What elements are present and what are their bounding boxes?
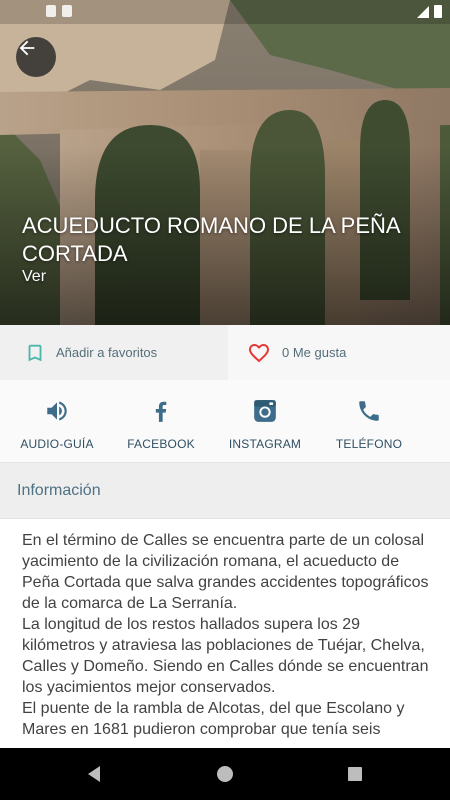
- favorites-label: Añadir a favoritos: [56, 345, 158, 360]
- square-recents-icon: [348, 767, 362, 781]
- triangle-back-icon: [88, 766, 100, 782]
- description-text: En el término de Calles se encuentra par…: [22, 530, 432, 748]
- instagram-label: INSTAGRAM: [228, 437, 302, 451]
- description-paragraph: En el término de Calles se encuentra par…: [22, 532, 429, 612]
- circle-home-icon: [217, 766, 233, 782]
- contact-options: AUDIO-GUÍA FACEBOOK INSTAGRAM TELÉFONO: [0, 380, 450, 462]
- facebook-label: FACEBOOK: [127, 437, 195, 451]
- status-bar: [0, 0, 450, 24]
- system-navigation-bar: [0, 748, 450, 800]
- phone-label: TELÉFONO: [335, 437, 403, 451]
- notification-icon: [46, 5, 56, 17]
- view-link[interactable]: Ver: [22, 268, 46, 286]
- action-bar: Añadir a favoritos 0 Me gusta: [0, 325, 450, 380]
- description-paragraph: El puente de la rambla de Alcotas, del q…: [22, 700, 405, 738]
- audio-guide-label: AUDIO-GUÍA: [20, 437, 94, 451]
- bookmark-icon: [28, 344, 42, 361]
- nav-back-button[interactable]: [82, 762, 106, 786]
- facebook-icon: [155, 401, 167, 422]
- instagram-button[interactable]: INSTAGRAM: [209, 380, 321, 451]
- heart-icon: [249, 343, 269, 362]
- like-button[interactable]: 0 Me gusta: [228, 325, 450, 380]
- nav-home-button[interactable]: [213, 762, 237, 786]
- info-section-header: Información: [0, 462, 450, 519]
- instagram-icon: [254, 400, 276, 422]
- notification-icon: [62, 5, 72, 17]
- facebook-button[interactable]: FACEBOOK: [105, 380, 217, 451]
- signal-icon: [417, 5, 429, 18]
- hero-image: ACUEDUCTO ROMANO DE LA PEÑA CORTADA Ver: [0, 0, 450, 325]
- info-title: Información: [17, 482, 101, 499]
- phone-button[interactable]: TELÉFONO: [313, 380, 425, 451]
- nav-recents-button[interactable]: [343, 762, 367, 786]
- place-title: ACUEDUCTO ROMANO DE LA PEÑA CORTADA: [22, 213, 400, 266]
- likes-count: 0 Me gusta: [282, 345, 347, 360]
- phone-icon: [359, 401, 379, 421]
- audio-guide-button[interactable]: AUDIO-GUÍA: [1, 380, 113, 451]
- add-to-favorites-button[interactable]: Añadir a favoritos: [0, 325, 228, 380]
- arrow-back-icon: [19, 40, 35, 56]
- speaker-icon: [47, 401, 67, 421]
- notification-icons: [46, 5, 72, 17]
- system-icons: [417, 5, 442, 18]
- aqueduct-photo: [0, 0, 450, 325]
- back-button[interactable]: [16, 37, 56, 77]
- battery-icon: [434, 5, 442, 18]
- description-paragraph: La longitud de los restos hallados super…: [22, 616, 429, 696]
